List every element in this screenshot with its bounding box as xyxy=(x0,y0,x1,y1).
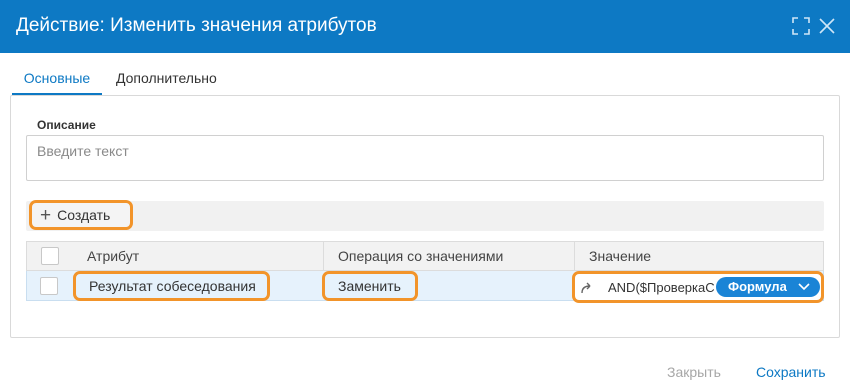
row-value-cell[interactable]: AND($ПроверкаС Формула xyxy=(572,271,824,303)
row-checkbox[interactable] xyxy=(40,277,58,295)
dialog-titlebar: Действие: Изменить значения атрибутов xyxy=(0,0,850,53)
close-icon xyxy=(819,18,835,34)
grid-header: Атрибут Операция со значениями Значение xyxy=(26,241,824,271)
column-header-operation[interactable]: Операция со значениями xyxy=(323,242,574,270)
create-button-label: Создать xyxy=(57,207,111,223)
value-type-label: Формула xyxy=(728,279,787,294)
description-label: Описание xyxy=(37,118,96,132)
close-button[interactable] xyxy=(816,15,838,37)
dialog-title: Действие: Изменить значения атрибутов xyxy=(16,15,377,36)
expand-icon xyxy=(792,17,810,35)
plus-icon: + xyxy=(40,204,52,226)
tab-advanced[interactable]: Дополнительно xyxy=(116,62,217,96)
row-operation-cell[interactable]: Заменить xyxy=(322,271,418,301)
value-type-dropdown[interactable]: Формула xyxy=(716,277,820,297)
reference-arrow-icon xyxy=(581,282,591,294)
tab-main[interactable]: Основные xyxy=(12,62,102,96)
description-input[interactable] xyxy=(26,135,824,181)
grid-toolbar xyxy=(26,201,824,231)
close-dialog-button[interactable]: Закрыть xyxy=(667,363,721,381)
row-attribute-cell[interactable]: Результат собеседования xyxy=(73,271,270,301)
select-all-checkbox[interactable] xyxy=(41,247,59,265)
create-button[interactable]: + Создать xyxy=(29,200,133,230)
save-button[interactable]: Сохранить xyxy=(756,363,826,381)
chevron-down-icon xyxy=(798,283,810,291)
expand-button[interactable] xyxy=(790,15,812,37)
column-header-attribute[interactable]: Атрибут xyxy=(73,242,323,270)
column-header-value[interactable]: Значение xyxy=(574,242,824,270)
row-value-text[interactable]: AND($ПроверкаС xyxy=(608,278,716,298)
